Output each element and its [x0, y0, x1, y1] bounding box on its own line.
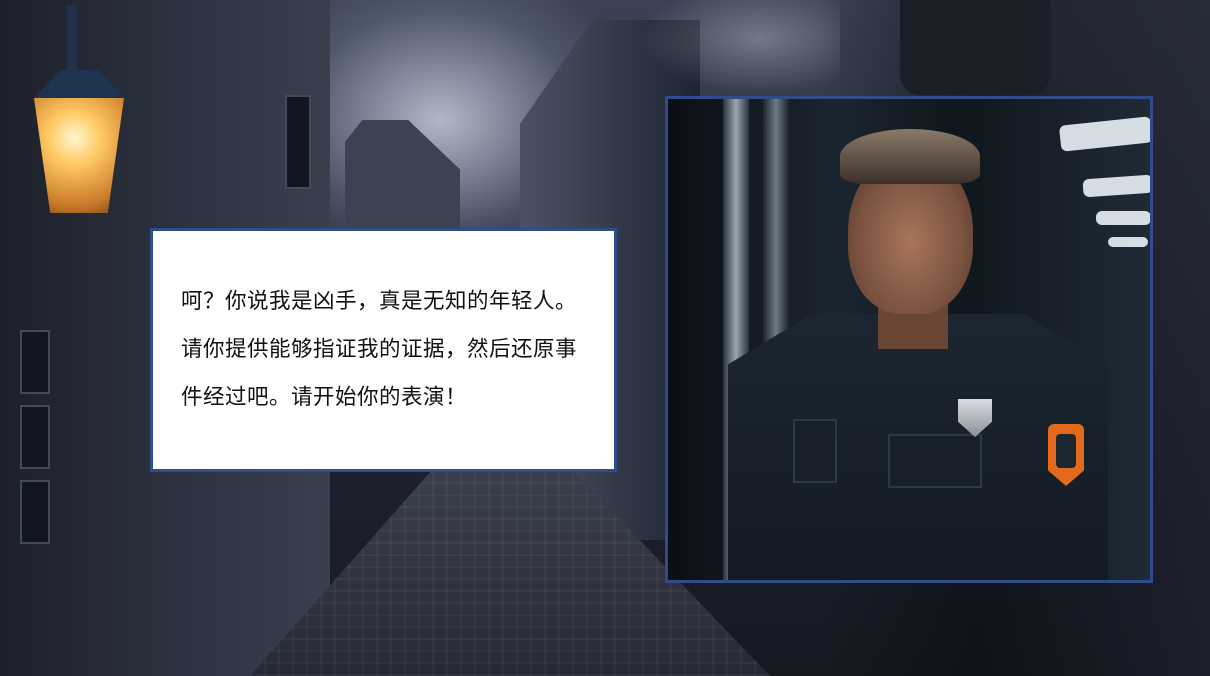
building-window: [285, 95, 311, 189]
character-portrait: [665, 96, 1153, 583]
dialog-box: 呵？你说我是凶手，真是无知的年轻人。请你提供能够指证我的证据，然后还原事件经过吧…: [150, 228, 617, 472]
ceiling-light: [1108, 237, 1148, 247]
ceiling-light: [1082, 174, 1150, 198]
building-window: [20, 480, 50, 544]
building-window: [20, 405, 50, 469]
street-lamp-icon: [22, 5, 137, 220]
officer-hair: [840, 129, 980, 184]
hat-silhouette: [900, 0, 1050, 95]
uniform-pocket: [793, 419, 837, 483]
building-window: [20, 330, 50, 394]
smoke: [640, 0, 840, 95]
uniform-pocket: [888, 434, 982, 488]
ceiling-light: [1096, 211, 1150, 225]
dialog-text: 呵？你说我是凶手，真是无知的年轻人。请你提供能够指证我的证据，然后还原事件经过吧…: [181, 289, 578, 410]
ceiling-light: [1058, 116, 1150, 152]
